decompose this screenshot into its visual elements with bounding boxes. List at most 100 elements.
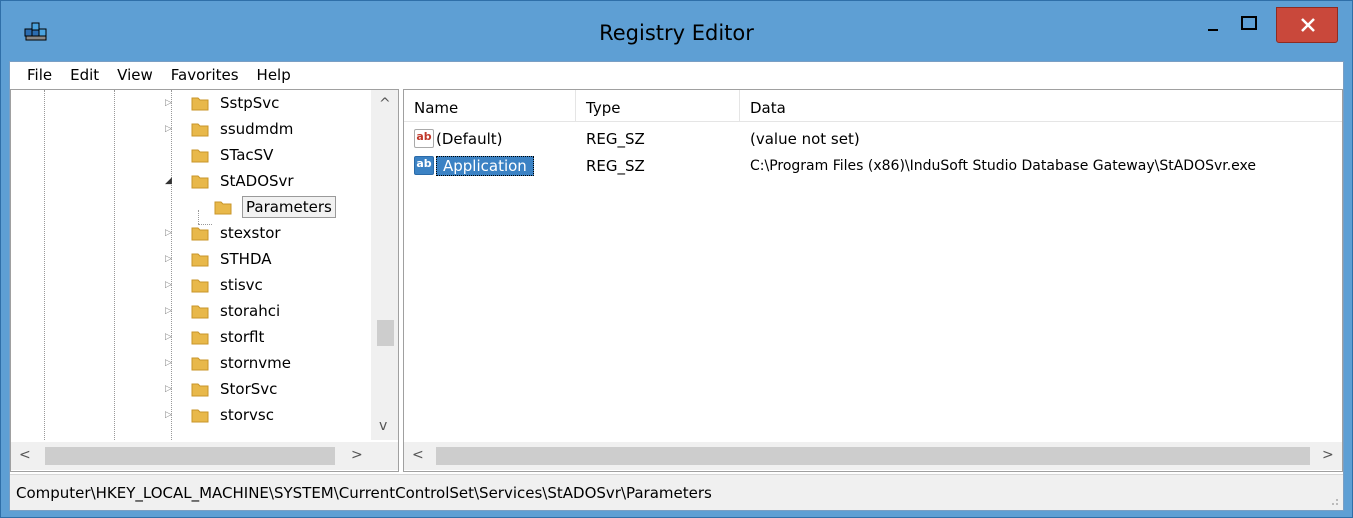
tree-item-label: stexstor [220,224,281,242]
folder-icon [191,383,209,397]
window-title: Registry Editor [599,21,754,45]
folder-icon [191,305,209,319]
folder-icon [191,227,209,241]
tree-item[interactable]: ▷ storahci [161,298,283,324]
expand-arrow-icon[interactable]: ▷ [165,410,175,420]
client-area: File Edit View Favorites Help ▷ SstpSvc [9,61,1344,511]
status-bar: Computer\HKEY_LOCAL_MACHINE\SYSTEM\Curre… [10,474,1343,510]
column-header-type[interactable]: Type [576,90,740,122]
expand-arrow-icon[interactable]: ▷ [165,306,175,316]
minimize-icon [1208,29,1218,31]
tree-item-selected[interactable]: Parameters [188,194,336,220]
key-tree-pane[interactable]: ▷ SstpSvc ▷ ssudmdm STacSV ◢ StADOSvr Pa… [10,89,399,472]
maximize-button[interactable] [1231,7,1267,43]
scroll-thumb[interactable] [377,320,394,346]
tree-item[interactable]: STacSV [161,142,276,168]
tree-vertical-scrollbar[interactable]: ^ v [371,90,398,440]
value-row-selected[interactable]: ab Application REG_SZ C:\Program Files (… [404,153,1342,179]
menu-view-label: View [117,66,153,84]
menu-bar: File Edit View Favorites Help [10,62,1343,88]
value-row[interactable]: ab (Default) REG_SZ (value not set) [404,126,1342,152]
tree-guide-line [114,90,115,440]
tree-item-label: STacSV [220,146,274,164]
expand-arrow-icon[interactable]: ▷ [165,254,175,264]
folder-icon [191,97,209,111]
scroll-down-icon[interactable]: v [379,418,387,434]
folder-icon [191,331,209,345]
registry-editor-window: Registry Editor File Edit View Favorites… [0,0,1353,518]
menu-view[interactable]: View [108,62,162,88]
folder-icon [191,409,209,423]
tree-item[interactable]: ▷ StorSvc [161,376,280,402]
value-name: Application [436,153,534,179]
menu-edit[interactable]: Edit [61,62,108,88]
tree-item-label: STHDA [220,250,272,268]
value-type: REG_SZ [586,130,645,148]
list-header: Name Type Data [404,90,1342,122]
folder-open-icon [191,175,209,189]
tree-item[interactable]: ▷ STHDA [161,246,275,272]
menu-edit-label: Edit [70,66,100,84]
value-name-text: Application [436,156,534,176]
folder-icon [214,201,232,215]
minimize-button[interactable] [1196,7,1230,43]
tree-item-label: Parameters [242,196,336,218]
menu-favorites[interactable]: Favorites [162,62,248,88]
tree-item-label: StorSvc [220,380,278,398]
value-name: (Default) [436,130,503,148]
tree-item-label: storvsc [220,406,274,424]
menu-help[interactable]: Help [248,62,300,88]
expand-arrow-icon[interactable]: ▷ [165,358,175,368]
tree-item[interactable]: ◢ StADOSvr [161,168,297,194]
tree-item[interactable]: ▷ stornvme [161,350,294,376]
tree-item-label: storahci [220,302,281,320]
tree-item[interactable]: ▷ stexstor [161,220,284,246]
tree-item-label: StADOSvr [220,172,294,190]
string-value-icon: ab [414,129,434,148]
folder-icon [191,149,209,163]
title-bar[interactable]: Registry Editor [1,1,1352,61]
tree-item[interactable]: ▷ storvsc [161,402,277,428]
expand-arrow-icon[interactable]: ▷ [165,332,175,342]
key-tree: ▷ SstpSvc ▷ ssudmdm STacSV ◢ StADOSvr Pa… [11,90,371,440]
value-type: REG_SZ [586,157,645,175]
key-path: Computer\HKEY_LOCAL_MACHINE\SYSTEM\Curre… [16,484,712,502]
maximize-icon [1241,16,1257,30]
menu-file[interactable]: File [18,62,61,88]
resize-grip-icon[interactable] [1327,494,1339,506]
scroll-right-icon[interactable]: > [351,447,363,463]
tree-item[interactable]: ▷ ssudmdm [161,116,296,142]
tree-item[interactable]: ▷ storflt [161,324,267,350]
scroll-left-icon[interactable]: < [412,447,424,463]
tree-item-label: stornvme [220,354,292,372]
tree-guide-line [44,90,45,440]
folder-icon [191,253,209,267]
folder-icon [191,123,209,137]
scroll-thumb[interactable] [45,447,335,465]
menu-help-label: Help [256,66,291,84]
folder-icon [191,357,209,371]
tree-item[interactable]: ▷ stisvc [161,272,266,298]
scroll-up-icon[interactable]: ^ [379,96,391,112]
scroll-right-icon[interactable]: > [1322,447,1334,463]
scroll-thumb[interactable] [436,447,1310,465]
scroll-left-icon[interactable]: < [19,447,31,463]
collapse-arrow-icon[interactable]: ◢ [165,176,175,186]
column-header-name[interactable]: Name [404,90,576,122]
column-header-data[interactable]: Data [740,90,1342,122]
tree-item-label: storflt [220,328,265,346]
expand-arrow-icon[interactable]: ▷ [165,98,175,108]
expand-arrow-icon[interactable]: ▷ [165,384,175,394]
expand-arrow-icon[interactable]: ▷ [165,280,175,290]
tree-item-label: ssudmdm [220,120,294,138]
folder-icon [191,279,209,293]
close-button[interactable] [1276,7,1338,43]
menu-file-label: File [27,66,53,84]
values-pane[interactable]: Name Type Data ab (Default) REG_SZ (valu… [403,89,1343,472]
expand-arrow-icon[interactable]: ▷ [165,228,175,238]
expand-arrow-icon[interactable]: ▷ [165,124,175,134]
tree-item[interactable]: ▷ SstpSvc [161,90,282,116]
value-data: (value not set) [750,130,860,148]
values-horizontal-scrollbar[interactable]: < > [404,442,1342,470]
tree-horizontal-scrollbar[interactable]: < > [11,442,398,470]
